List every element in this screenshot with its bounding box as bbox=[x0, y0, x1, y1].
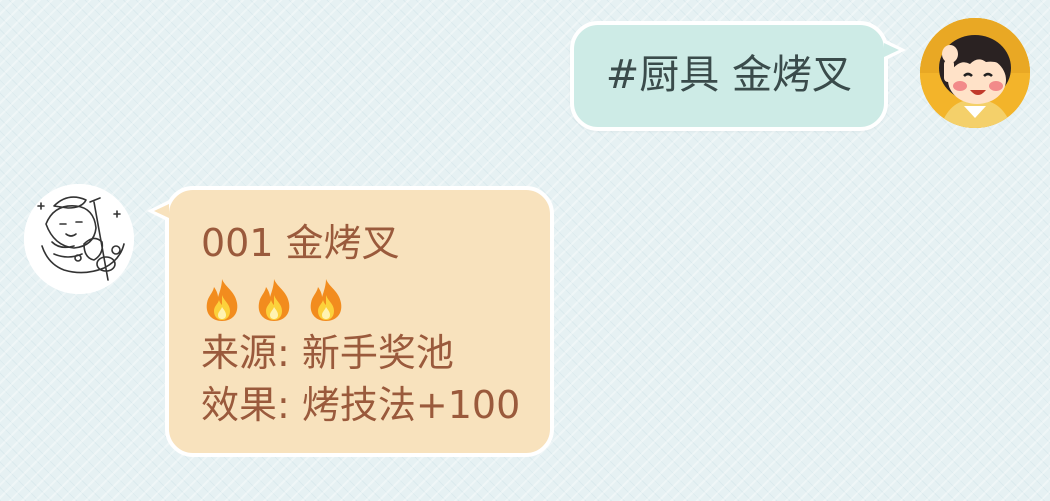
user-avatar[interactable] bbox=[920, 18, 1030, 128]
bot-avatar[interactable] bbox=[24, 184, 134, 294]
item-source: 来源: 新手奖池 bbox=[201, 331, 454, 375]
item-title: 001 金烤叉 bbox=[201, 221, 400, 265]
incoming-message-bubble[interactable]: 001 金烤叉 来源: 新手奖池 效果: 烤技法+100 bbox=[146, 186, 555, 457]
sketch-character-avatar-icon bbox=[24, 184, 134, 294]
fire-icon bbox=[201, 277, 243, 323]
cartoon-girl-avatar-icon bbox=[920, 18, 1030, 128]
incoming-message: 001 金烤叉 来源: 新手奖池 效果: 烤技法+100 bbox=[24, 184, 555, 457]
outgoing-message-text: #厨具 金烤叉 bbox=[605, 52, 852, 98]
item-effect: 效果: 烤技法+100 bbox=[201, 383, 521, 427]
fire-icon bbox=[253, 277, 295, 323]
rarity-rating bbox=[201, 275, 520, 325]
fire-icon bbox=[305, 277, 347, 323]
outgoing-message: #厨具 金烤叉 bbox=[569, 18, 1030, 131]
outgoing-message-bubble[interactable]: #厨具 金烤叉 bbox=[569, 21, 907, 131]
